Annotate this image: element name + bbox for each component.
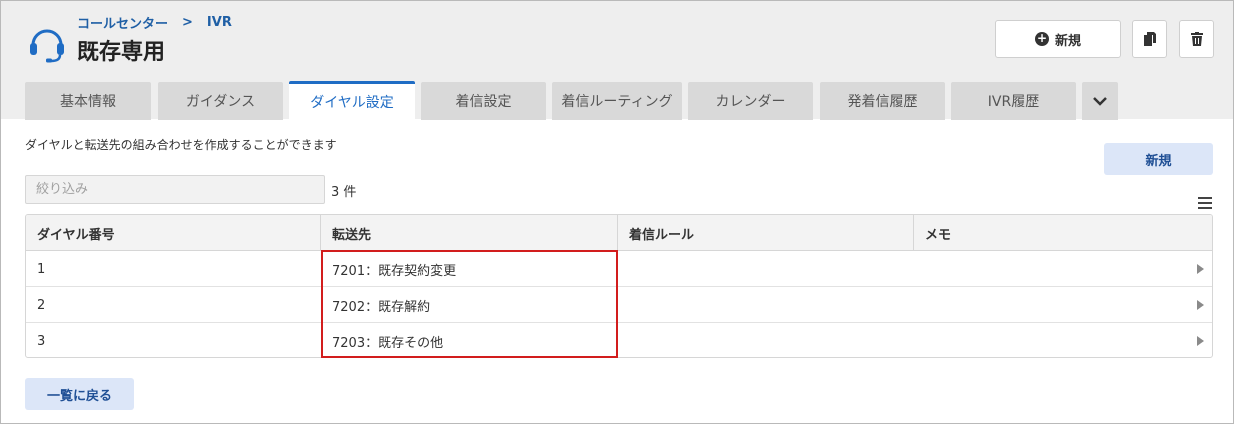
breadcrumb-link-ivr[interactable]: IVR [207, 15, 232, 30]
row-arrow-icon[interactable] [1197, 336, 1204, 346]
tab-basic-info[interactable]: 基本情報 [25, 82, 151, 120]
trash-icon [1190, 32, 1203, 46]
column-header-incoming-rule[interactable]: 着信ルール [618, 215, 914, 251]
add-dial-button[interactable]: 新規 [1104, 143, 1213, 175]
hamburger-menu-icon[interactable] [1198, 197, 1212, 209]
breadcrumb: コールセンター > IVR [77, 13, 232, 32]
cell-memo [914, 287, 1194, 323]
tab-guidance[interactable]: ガイダンス [158, 82, 283, 120]
tab-ivr-history[interactable]: IVR履歴 [951, 82, 1076, 120]
new-button[interactable]: + 新規 [995, 20, 1121, 58]
cell-dial-number: 1 [37, 261, 46, 277]
delete-button[interactable] [1179, 20, 1214, 58]
breadcrumb-separator: > [182, 14, 193, 30]
cell-destination: 7201：既存契約変更 [332, 263, 457, 279]
tab-call-history[interactable]: 発着信履歴 [820, 82, 945, 120]
page-description: ダイヤルと転送先の組み合わせを作成することができます [25, 138, 337, 152]
headset-icon [30, 29, 64, 63]
tab-incoming-settings[interactable]: 着信設定 [421, 82, 546, 120]
plus-circle-icon: + [1034, 31, 1049, 46]
cell-incoming-rule [618, 323, 914, 357]
chevron-down-icon [1093, 97, 1107, 106]
tab-dial-settings[interactable]: ダイヤル設定 [289, 81, 415, 120]
cell-destination: 7202：既存解約 [332, 299, 431, 315]
table-row[interactable]: 2 7202：既存解約 [26, 287, 1212, 323]
dial-table: ダイヤル番号 転送先 着信ルール メモ 1 7201：既存契約変更 2 7202… [25, 214, 1213, 358]
copy-icon [1143, 32, 1156, 46]
cell-dial-number: 3 [37, 333, 46, 349]
breadcrumb-link-callcenter[interactable]: コールセンター [77, 13, 168, 32]
row-arrow-icon[interactable] [1197, 300, 1204, 310]
tab-calendar[interactable]: カレンダー [688, 82, 813, 120]
column-header-destination[interactable]: 転送先 [321, 215, 618, 251]
filter-input[interactable] [25, 175, 325, 204]
page-header: コールセンター > IVR 既存専用 + 新規 基本情報 ガイダンス ダイヤル設… [1, 1, 1233, 120]
result-count: 3 件 [331, 185, 357, 200]
table-row[interactable]: 3 7203：既存その他 [26, 323, 1212, 357]
copy-button[interactable] [1132, 20, 1167, 58]
page-title: 既存専用 [77, 40, 166, 65]
column-header-dial-number[interactable]: ダイヤル番号 [26, 215, 321, 251]
cell-dial-number: 2 [37, 297, 46, 313]
cell-incoming-rule [618, 287, 914, 323]
tab-incoming-routing[interactable]: 着信ルーティング [552, 82, 682, 120]
cell-memo [914, 323, 1194, 357]
tabs-more-button[interactable] [1082, 82, 1118, 120]
table-row[interactable]: 1 7201：既存契約変更 [26, 251, 1212, 287]
cell-incoming-rule [618, 251, 914, 287]
cell-memo [914, 251, 1194, 287]
table-header: ダイヤル番号 転送先 着信ルール メモ [26, 215, 1212, 251]
column-header-memo[interactable]: メモ [914, 215, 1212, 251]
back-to-list-button[interactable]: 一覧に戻る [25, 378, 134, 410]
cell-destination: 7203：既存その他 [332, 335, 444, 351]
row-arrow-icon[interactable] [1197, 264, 1204, 274]
new-button-label: 新規 [1054, 33, 1081, 49]
